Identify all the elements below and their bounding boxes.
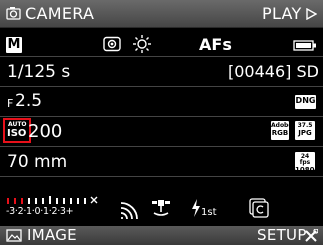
shots-remaining-value: [00446] SD xyxy=(228,62,319,81)
video-format-badge[interactable]: 24 fps 1080p xyxy=(295,152,320,174)
image-icon xyxy=(6,229,22,242)
jpeg-label: JPG xyxy=(298,129,312,137)
info-row-6: -3·2·1·0·1·2·3+ 1st xyxy=(0,177,323,225)
setup-mode-label[interactable]: SETUP xyxy=(257,228,307,243)
aperture-value[interactable]: 2.5 xyxy=(15,93,42,110)
color-space-badge[interactable]: Adobe RGB xyxy=(271,121,292,140)
color-space-bottom: RGB xyxy=(271,129,289,137)
ev-scale-labels: -3·2·1·0·1·2·3+ xyxy=(6,206,74,217)
wifi-icon[interactable] xyxy=(119,198,143,220)
info-row-1: M AFs xyxy=(0,28,323,57)
jpeg-quality-badge[interactable]: 37.5 JPG xyxy=(295,121,315,140)
focal-length-value: 70 mm xyxy=(7,152,68,172)
image-mode-label[interactable]: IMAGE xyxy=(27,228,77,243)
info-row-4: AUTO ISO 200 Adobe RGB 37.5 JPG xyxy=(0,117,323,147)
shutter-speed-value[interactable]: 1/125 s xyxy=(7,64,70,81)
spot-metering-icon[interactable] xyxy=(103,36,121,52)
info-row-3: F 2.5 DNG xyxy=(0,87,323,117)
tools-icon xyxy=(305,229,318,242)
exposure-scale-icon xyxy=(7,196,98,204)
info-row-5: 70 mm 24 fps 1080p xyxy=(0,147,323,177)
sun-icon[interactable] xyxy=(132,34,152,54)
video-resolution: 1080p xyxy=(295,166,320,174)
battery-icon xyxy=(293,40,316,51)
exposure-mode-badge[interactable]: M xyxy=(6,37,22,53)
bottom-bar: IMAGE SETUP xyxy=(0,226,323,245)
aperture-prefix: F xyxy=(7,97,14,110)
video-fps: 24 fps xyxy=(299,153,311,166)
info-row-2: 1/125 s [00446] SD xyxy=(0,57,323,87)
camera-info-screen: CAMERA PLAY M AFs 1/125 s [00446] SD F 2… xyxy=(0,0,323,245)
iso-label: ISO xyxy=(7,128,27,139)
camera-mode-label[interactable]: CAMERA xyxy=(25,6,94,22)
focus-mode-label[interactable]: AFs xyxy=(199,37,232,53)
gps-icon[interactable] xyxy=(150,195,172,219)
play-mode-label[interactable]: PLAY xyxy=(262,6,302,22)
flash-icon[interactable] xyxy=(191,199,201,217)
triangle-right-icon xyxy=(306,8,317,20)
card-icon[interactable] xyxy=(249,198,269,218)
format-badge[interactable]: DNG xyxy=(295,95,316,109)
flash-sync-label: 1st xyxy=(201,207,217,218)
iso-value[interactable]: 200 xyxy=(28,123,62,141)
top-bar: CAMERA PLAY xyxy=(0,0,323,28)
camera-icon xyxy=(6,7,21,20)
